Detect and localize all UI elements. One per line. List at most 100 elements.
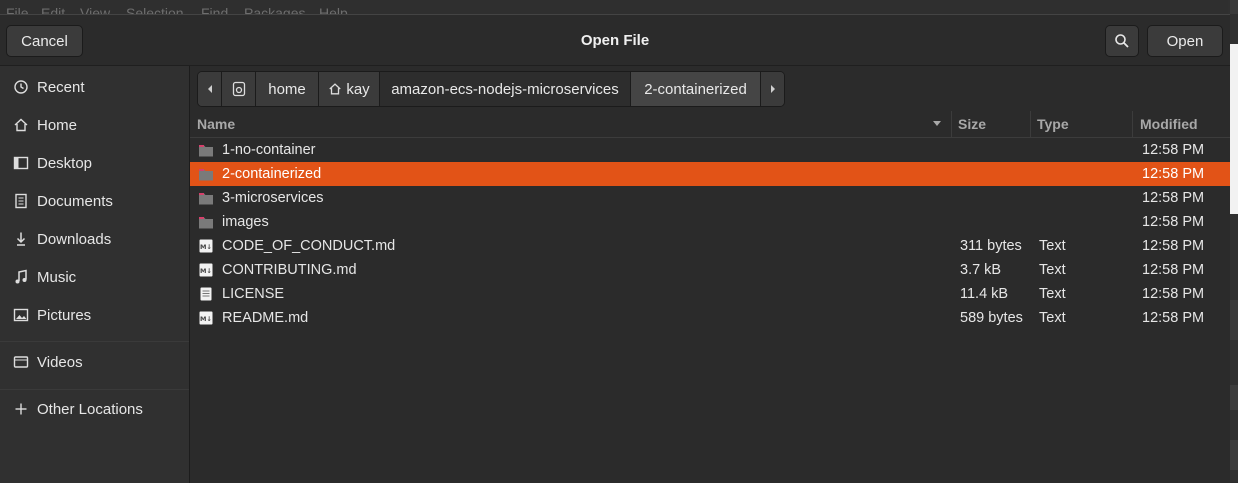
file-row[interactable]: images 12:58 PM: [190, 210, 1230, 234]
path-bar: home kay amazon-ecs-nodejs-microservices…: [197, 71, 785, 107]
file-modified: 12:58 PM: [1142, 142, 1205, 158]
download-icon: [13, 231, 29, 247]
path-crumb-home[interactable]: home: [256, 72, 319, 106]
search-button[interactable]: [1105, 25, 1139, 57]
file-browser: home kay amazon-ecs-nodejs-microservices…: [190, 66, 1230, 483]
file-name: 2-containerized: [222, 166, 322, 182]
file-row[interactable]: 1-no-container 12:58 PM: [190, 138, 1230, 162]
dialog-title: Open File: [580, 32, 650, 49]
sidebar-item-home[interactable]: Home: [0, 108, 189, 142]
folder-icon: [198, 142, 214, 158]
sidebar-item-downloads[interactable]: Downloads: [0, 222, 189, 256]
folder-icon: [198, 214, 214, 230]
file-modified: 12:58 PM: [1142, 262, 1205, 278]
column-header-type[interactable]: Type: [1037, 116, 1069, 132]
path-crumb-user[interactable]: kay: [319, 72, 380, 106]
folder-icon: [198, 166, 214, 182]
background-edge-block: [1230, 0, 1238, 14]
file-row[interactable]: M↓ CONTRIBUTING.md 3.7 kB Text 12:58 PM: [190, 258, 1230, 282]
dialog-header: Cancel Open File Open: [0, 15, 1230, 66]
document-icon: [13, 193, 29, 209]
column-header-size[interactable]: Size: [958, 116, 986, 132]
path-crumb-label: kay: [346, 80, 370, 98]
file-name: CODE_OF_CONDUCT.md: [222, 238, 396, 254]
file-size: 11.4 kB: [960, 286, 1009, 302]
path-forward-button[interactable]: [761, 72, 784, 106]
file-type: Text: [1039, 262, 1066, 278]
sidebar-item-desktop[interactable]: Desktop: [0, 146, 189, 180]
path-crumb-repo[interactable]: amazon-ecs-nodejs-microservices: [380, 72, 631, 106]
sidebar-item-label: Home: [37, 116, 78, 134]
sidebar-item-other-locations[interactable]: Other Locations: [0, 392, 189, 426]
sidebar-item-label: Other Locations: [37, 400, 143, 418]
background-edge-block: [1230, 440, 1238, 470]
file-size: 589 bytes: [960, 310, 1023, 326]
file-row[interactable]: M↓ README.md 589 bytes Text 12:58 PM: [190, 306, 1230, 330]
clock-icon: [13, 79, 29, 95]
sidebar-item-recent[interactable]: Recent: [0, 70, 189, 104]
file-size: 311 bytes: [960, 238, 1022, 254]
text-file-icon: [198, 286, 214, 302]
places-sidebar: Recent Home Desktop Documents Downloads: [0, 66, 190, 483]
music-icon: [13, 269, 29, 285]
video-icon: [13, 354, 29, 370]
search-icon: [1115, 34, 1129, 48]
open-button[interactable]: Open: [1147, 25, 1223, 57]
sidebar-item-label: Downloads: [37, 230, 112, 248]
markdown-file-icon: M↓: [198, 262, 214, 278]
sidebar-item-label: Documents: [37, 192, 113, 210]
svg-text:M↓: M↓: [200, 267, 212, 275]
sidebar-divider: [0, 389, 189, 390]
markdown-file-icon: M↓: [198, 238, 214, 254]
column-divider[interactable]: [1030, 111, 1031, 137]
sidebar-item-label: Desktop: [37, 154, 93, 172]
path-crumb-root-drive[interactable]: [222, 72, 256, 106]
file-modified: 12:58 PM: [1142, 286, 1205, 302]
file-size: 3.7 kB: [960, 262, 1002, 278]
drive-icon: [232, 81, 245, 97]
file-modified: 12:58 PM: [1142, 310, 1205, 326]
file-row[interactable]: M↓ CODE_OF_CONDUCT.md 311 bytes Text 12:58 P…: [190, 234, 1230, 258]
sidebar-item-documents[interactable]: Documents: [0, 184, 189, 218]
file-row[interactable]: 2-containerized 12:58 PM: [190, 162, 1230, 186]
file-name: LICENSE: [222, 286, 285, 302]
picture-icon: [13, 307, 29, 323]
background-edge-block: [1230, 385, 1238, 410]
sidebar-item-label: Recent: [37, 78, 85, 96]
file-row[interactable]: 3-microservices 12:58 PM: [190, 186, 1230, 210]
column-divider[interactable]: [1132, 111, 1133, 137]
file-modified: 12:58 PM: [1142, 238, 1205, 254]
svg-text:M↓: M↓: [200, 243, 212, 251]
file-modified: 12:58 PM: [1142, 190, 1205, 206]
svg-text:M↓: M↓: [200, 315, 212, 323]
background-editor-pane: [1230, 44, 1238, 214]
sidebar-item-label: Music: [37, 268, 77, 286]
file-modified: 12:58 PM: [1142, 214, 1205, 230]
open-file-dialog: Cancel Open File Open Recent Home Deskto…: [0, 14, 1230, 483]
column-header-modified[interactable]: Modified: [1140, 116, 1198, 132]
path-back-button[interactable]: [198, 72, 222, 106]
file-modified: 12:58 PM: [1142, 166, 1205, 182]
path-crumb-current[interactable]: 2-containerized: [631, 72, 761, 106]
file-name: CONTRIBUTING.md: [222, 262, 357, 278]
background-edge-block: [1230, 300, 1238, 340]
column-header-name[interactable]: Name: [197, 116, 235, 132]
home-icon: [13, 117, 29, 133]
file-row[interactable]: LICENSE 11.4 kB Text 12:58 PM: [190, 282, 1230, 306]
file-list-header: Name Size Type Modified: [190, 111, 1230, 138]
sidebar-item-label: Videos: [37, 353, 83, 371]
markdown-file-icon: M↓: [198, 310, 214, 326]
plus-icon: [13, 401, 29, 417]
sidebar-divider: [0, 341, 189, 342]
sidebar-item-pictures[interactable]: Pictures: [0, 298, 189, 332]
sort-down-icon[interactable]: [932, 120, 942, 128]
column-divider[interactable]: [951, 111, 952, 137]
sidebar-item-music[interactable]: Music: [0, 260, 189, 294]
chevron-right-icon: [770, 85, 775, 93]
file-name: images: [222, 214, 269, 230]
file-type: Text: [1039, 286, 1066, 302]
file-type: Text: [1039, 310, 1066, 326]
chevron-left-icon: [207, 85, 212, 93]
sidebar-item-videos[interactable]: Videos: [0, 345, 189, 379]
home-icon: [329, 83, 342, 95]
